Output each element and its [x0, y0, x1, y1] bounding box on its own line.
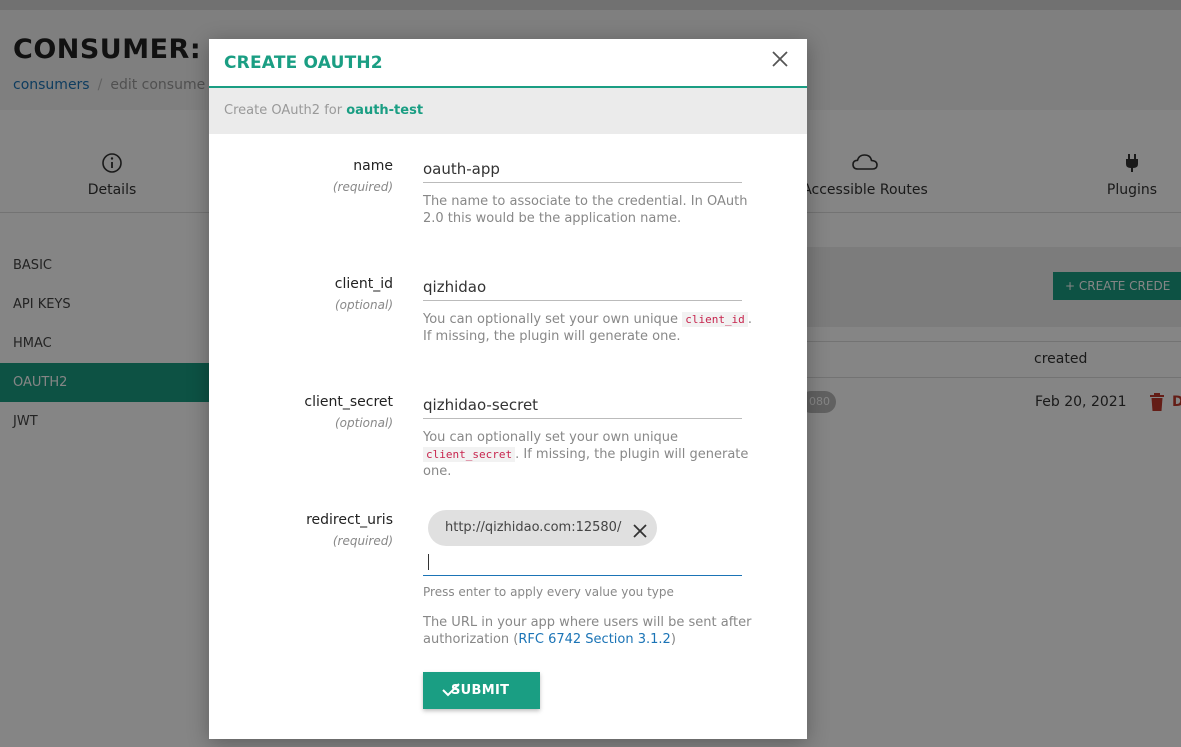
client-id-optional-hint: (optional) [335, 298, 393, 312]
redirect-uris-label: redirect_uris [306, 512, 393, 528]
client-id-input[interactable] [423, 274, 742, 301]
modal-header: CREATE OAUTH2 [209, 39, 807, 88]
check-icon [442, 683, 460, 697]
name-input[interactable] [423, 156, 742, 183]
client-id-code: client_id [682, 312, 748, 327]
text-caret [428, 554, 429, 570]
modal-title: CREATE OAUTH2 [224, 53, 383, 73]
modal-subheader: Create OAuth2 for oauth-test [209, 88, 807, 134]
name-required-hint: (required) [332, 180, 393, 194]
submit-button[interactable]: SUBMIT [423, 672, 540, 709]
create-oauth2-modal: CREATE OAUTH2 Create OAuth2 for oauth-te… [209, 39, 807, 739]
redirect-uris-input-hint: Press enter to apply every value you typ… [423, 585, 674, 599]
consumer-name: oauth-test [346, 103, 424, 118]
redirect-uri-chip-label: http://qizhidao.com:12580/ [445, 520, 622, 535]
client-id-label: client_id [334, 276, 393, 292]
client-secret-help-text: You can optionally set your own unique c… [423, 429, 753, 480]
client-secret-code: client_secret [423, 447, 516, 462]
client-secret-input[interactable] [423, 392, 742, 419]
client-secret-help-before: You can optionally set your own unique [423, 430, 679, 445]
name-label: name [353, 158, 393, 174]
redirect-uris-help-text: The URL in your app where users will be … [423, 614, 753, 648]
client-secret-label: client_secret [304, 394, 393, 410]
client-secret-optional-hint: (optional) [335, 416, 393, 430]
redirect-uris-help-after: ) [670, 632, 676, 647]
client-id-help-text: You can optionally set your own unique c… [423, 311, 753, 345]
name-help-text: The name to associate to the credential.… [423, 194, 748, 226]
close-icon[interactable] [770, 49, 790, 69]
redirect-uris-required-hint: (required) [332, 534, 393, 548]
subheader-prefix: Create OAuth2 for [224, 103, 343, 118]
redirect-uri-chip: http://qizhidao.com:12580/ [428, 510, 658, 546]
redirect-uris-input[interactable] [423, 550, 742, 576]
rfc-link[interactable]: RFC 6742 Section 3.1.2 [518, 632, 670, 647]
chip-remove-icon[interactable] [631, 519, 649, 538]
client-id-help-before: You can optionally set your own unique [423, 312, 679, 327]
